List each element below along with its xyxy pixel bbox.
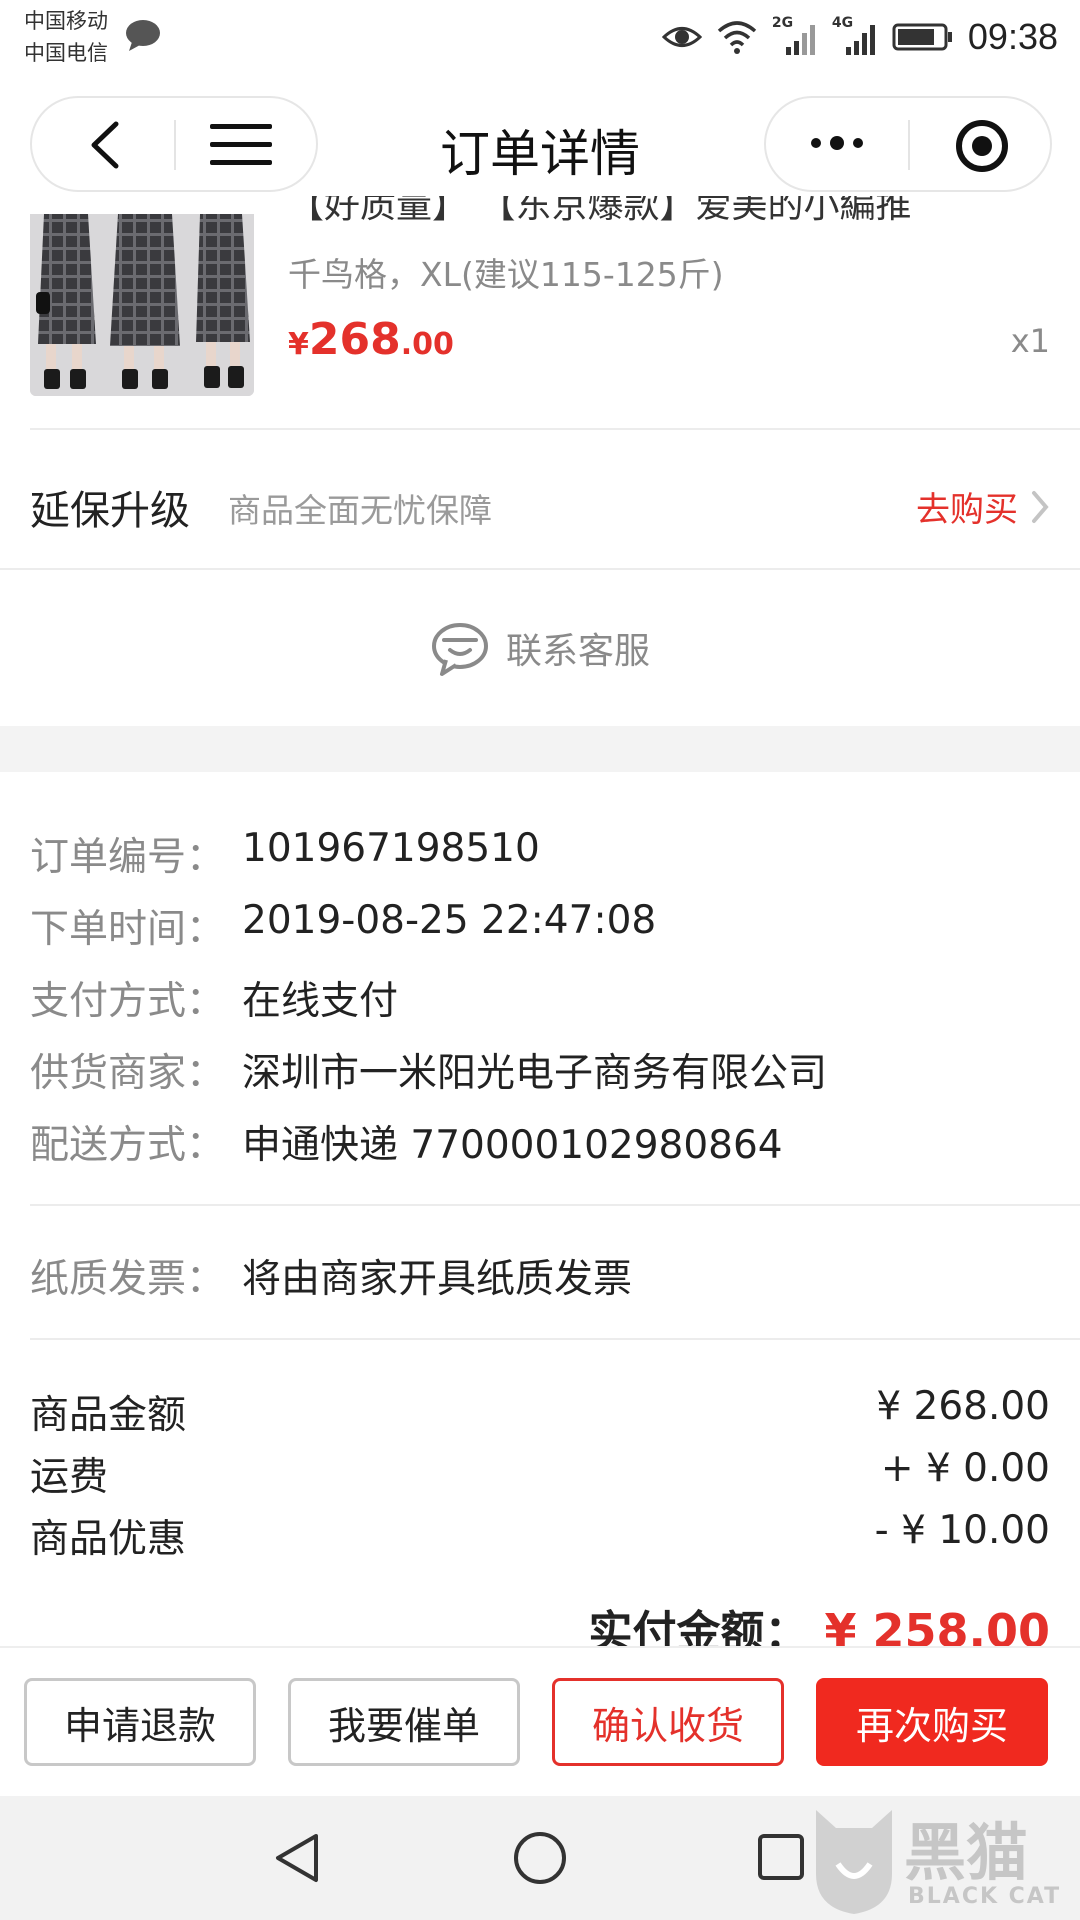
order-info-row: 订单编号： 101967198510 bbox=[30, 826, 540, 882]
summary-row: 商品金额 ¥ 268.00 bbox=[30, 1384, 1050, 1440]
summary-row: 商品优惠 - ¥ 10.00 bbox=[30, 1508, 1050, 1564]
watermark-subtext: BLACK CAT bbox=[908, 1884, 1062, 1909]
buy-again-button[interactable]: 再次购买 bbox=[816, 1678, 1048, 1766]
more-icon[interactable] bbox=[806, 128, 868, 158]
signal-4g-icon: 4G bbox=[832, 15, 878, 57]
info-key: 订单编号： bbox=[30, 835, 226, 880]
carrier-1: 中国移动 bbox=[24, 9, 108, 33]
summary-label: 运费 bbox=[30, 1455, 109, 1500]
divider bbox=[30, 1338, 1080, 1340]
order-time: 2019-08-25 22:47:08 bbox=[242, 898, 657, 943]
wifi-icon bbox=[717, 21, 757, 54]
header: 订单详情 bbox=[0, 74, 1080, 214]
product-spec: 千鸟格，XL(建议115-125斤) bbox=[288, 255, 724, 294]
section-separator bbox=[0, 726, 1080, 772]
watermark-text: 黑猫 bbox=[904, 1816, 1029, 1889]
order-number: 101967198510 bbox=[242, 826, 540, 871]
divider bbox=[0, 568, 1080, 570]
summary-value: ¥ 268.00 bbox=[876, 1384, 1050, 1429]
invoice-value: 将由商家开具纸质发票 bbox=[242, 1257, 633, 1302]
payment-method: 在线支付 bbox=[242, 979, 399, 1024]
watermark: 黑猫 BLACK CAT bbox=[790, 1800, 1080, 1920]
info-key: 配送方式： bbox=[30, 1123, 226, 1168]
eye-icon bbox=[661, 27, 702, 47]
chat-bubble-icon bbox=[126, 20, 160, 51]
summary-label: 商品金额 bbox=[30, 1393, 187, 1438]
customer-service-icon bbox=[431, 623, 488, 676]
supplier: 深圳市一米阳光电子商务有限公司 bbox=[242, 1051, 828, 1096]
contact-service-button[interactable]: 联系客服 bbox=[0, 620, 1080, 676]
product-title[interactable]: 【好质量】 【东京爆款】爱美的小編推 bbox=[288, 196, 1048, 224]
divider bbox=[30, 1204, 1080, 1206]
summary-value: - ¥ 10.00 bbox=[874, 1508, 1050, 1553]
mini-program-capsule bbox=[764, 96, 1052, 192]
nav-back-icon[interactable] bbox=[272, 1832, 322, 1884]
price-integer: 268 bbox=[308, 314, 401, 365]
info-key: 下单时间： bbox=[30, 907, 226, 952]
info-key: 供货商家： bbox=[30, 1051, 226, 1096]
product-photo bbox=[30, 214, 254, 396]
nav-home-icon[interactable] bbox=[512, 1830, 568, 1886]
cat-logo-icon bbox=[816, 1810, 892, 1914]
summary-row: 运费 + ¥ 0.00 bbox=[30, 1446, 1050, 1502]
delivery-method: 申通快递 770000102980864 bbox=[242, 1123, 783, 1168]
info-key: 支付方式： bbox=[30, 979, 226, 1024]
info-key: 纸质发票： bbox=[30, 1257, 226, 1302]
signal-2g-icon: 2G bbox=[772, 15, 818, 57]
status-indicators: 2G 4G 09:38 bbox=[661, 14, 1058, 60]
summary-value: + ¥ 0.00 bbox=[880, 1446, 1050, 1491]
order-info-row: 配送方式： 申通快递 770000102980864 bbox=[30, 1114, 783, 1170]
battery-icon bbox=[892, 23, 952, 51]
confirm-receipt-button[interactable]: 确认收货 bbox=[552, 1678, 784, 1766]
warranty-buy-link[interactable]: 去购买 bbox=[916, 482, 1050, 531]
order-info-row: 下单时间： 2019-08-25 22:47:08 bbox=[30, 898, 656, 954]
order-info-row: 支付方式： 在线支付 bbox=[30, 970, 398, 1026]
invoice-row: 纸质发票： 将由商家开具纸质发票 bbox=[30, 1248, 632, 1304]
warranty-description: 商品全面无忧保障 bbox=[228, 491, 492, 530]
summary-label: 商品优惠 bbox=[30, 1517, 187, 1562]
divider bbox=[30, 428, 1080, 430]
price-currency: ¥ bbox=[288, 327, 309, 362]
close-mini-program-icon[interactable] bbox=[954, 118, 1010, 174]
product-image[interactable] bbox=[30, 214, 254, 396]
refund-button[interactable]: 申请退款 bbox=[24, 1678, 256, 1766]
product-quantity: x1 bbox=[1010, 322, 1050, 360]
product-price: ¥268.00 bbox=[288, 314, 454, 365]
clock: 09:38 bbox=[967, 16, 1058, 57]
warranty-buy-label: 去购买 bbox=[916, 490, 1018, 530]
status-bar: 中国移动 中国电信 2G 4G 09:38 bbox=[0, 0, 1080, 74]
carrier-2: 中国电信 bbox=[24, 41, 108, 65]
contact-service-label: 联系客服 bbox=[505, 631, 650, 672]
warranty-label: 延保升级 bbox=[30, 488, 190, 534]
order-info-row: 供货商家： 深圳市一米阳光电子商务有限公司 bbox=[30, 1042, 827, 1098]
chevron-right-icon bbox=[1032, 490, 1049, 523]
remind-button[interactable]: 我要催单 bbox=[288, 1678, 520, 1766]
action-bar: 申请退款 我要催单 确认收货 再次购买 bbox=[0, 1646, 1080, 1798]
price-decimal: .00 bbox=[400, 327, 454, 362]
